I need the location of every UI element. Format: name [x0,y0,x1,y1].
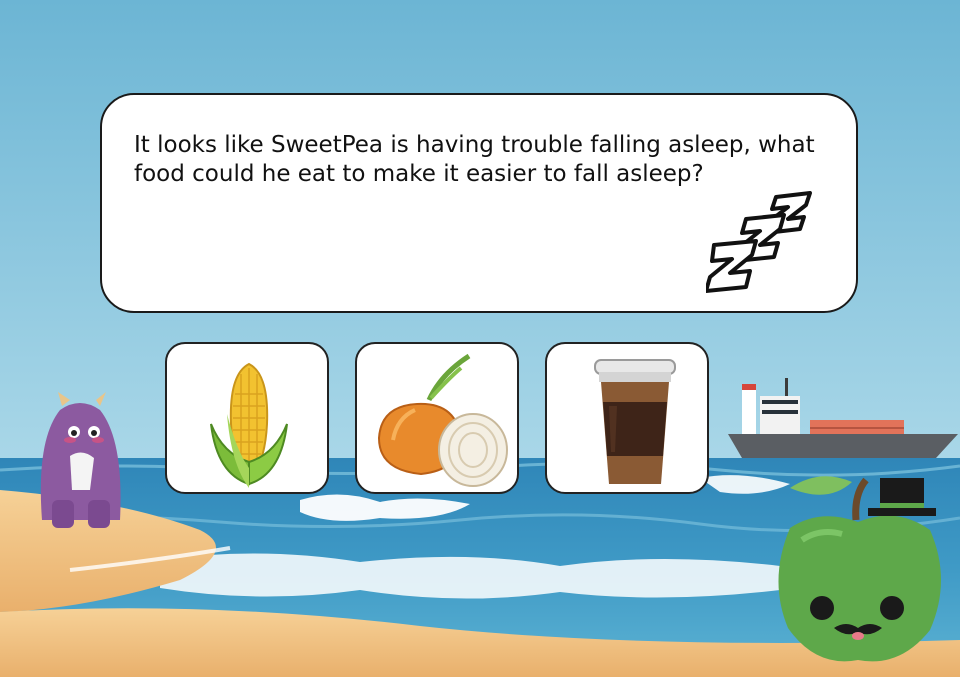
onion-icon [377,353,508,487]
sleep-zzz-icon [706,191,812,293]
answer-card-coffee[interactable] [545,342,709,494]
question-dialog: It looks like SweetPea is having trouble… [100,93,858,313]
corn-icon [210,362,288,488]
question-text: It looks like SweetPea is having trouble… [134,132,815,187]
answer-card-onion[interactable] [355,342,519,494]
answer-card-corn[interactable] [165,342,329,494]
coffee-cup-icon [594,359,676,484]
